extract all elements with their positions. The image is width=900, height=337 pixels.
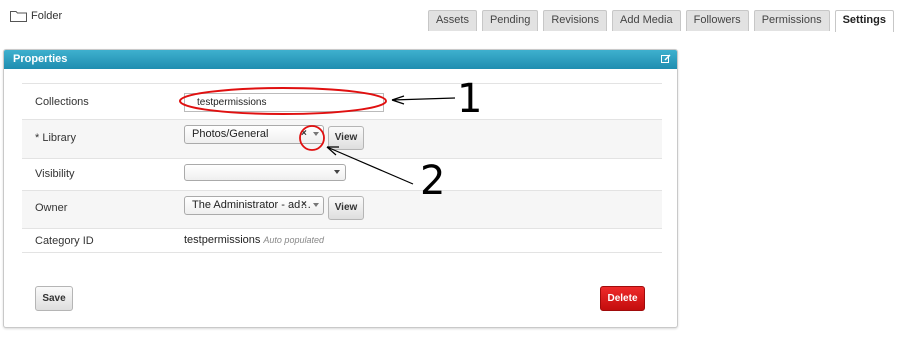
folder-icon [10,11,27,22]
clear-icon[interactable]: × [301,128,307,139]
annotation-number-2: 2 [420,158,446,204]
owner-label: Owner [35,202,68,214]
tab-permissions[interactable]: Permissions [753,10,830,31]
annotation-number-1: 1 [457,76,483,122]
category-id-value-wrap: testpermissions Auto populated [184,234,324,246]
collections-label: Collections [35,96,89,108]
delete-button[interactable]: Delete [600,286,645,311]
library-select-value: Photos/General [192,128,269,140]
chevron-down-icon[interactable] [313,132,319,136]
tab-add-media[interactable]: Add Media [612,10,681,31]
tab-revisions[interactable]: Revisions [543,10,608,31]
save-button[interactable]: Save [35,286,73,311]
chevron-down-icon[interactable] [313,203,319,207]
library-select[interactable]: Photos/General × [184,125,324,144]
panel-header: Properties [4,50,677,69]
owner-select-value: The Administrator - ad… [192,199,312,211]
tab-pending[interactable]: Pending [481,10,539,31]
tab-bar: Assets Pending Revisions Add Media Follo… [427,10,894,32]
chevron-down-icon[interactable] [334,170,340,174]
visibility-label: Visibility [35,168,75,180]
tab-settings[interactable]: Settings [834,10,894,32]
panel-title: Properties [13,53,68,65]
folder-label: Folder [31,10,63,22]
clear-icon[interactable]: × [301,199,307,210]
visibility-select[interactable] [184,164,346,181]
owner-select[interactable]: The Administrator - ad… × [184,196,324,215]
category-id-value: testpermissions [184,234,261,246]
tab-followers[interactable]: Followers [685,10,749,31]
top-bar: Folder Assets Pending Revisions Add Medi… [0,0,900,36]
collections-input[interactable]: testpermissions [184,93,384,112]
category-id-label: Category ID [35,235,94,247]
category-id-row: Category ID [22,228,662,253]
edit-icon[interactable] [661,54,671,64]
properties-panel: Properties Collections testpermissions *… [3,49,678,328]
owner-view-button[interactable]: View [328,196,364,220]
library-label: * Library [35,132,76,144]
tab-assets[interactable]: Assets [427,10,477,31]
category-id-hint: Auto populated [263,235,324,245]
library-view-button[interactable]: View [328,126,364,150]
